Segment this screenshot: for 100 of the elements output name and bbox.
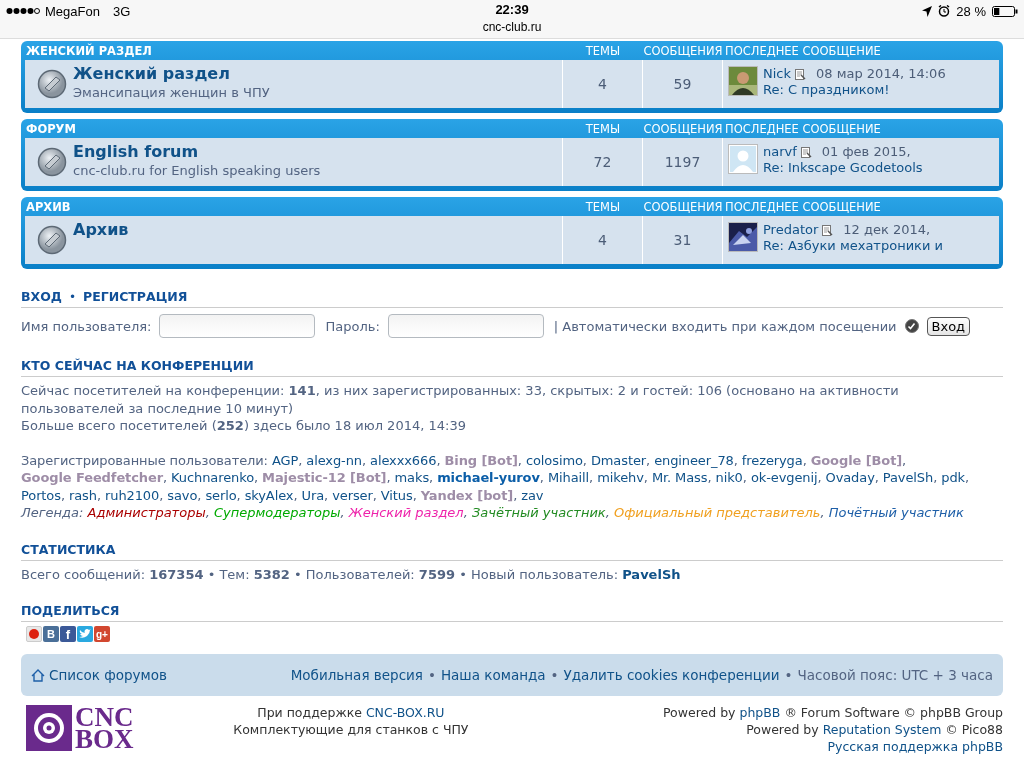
separator-comma: ,: [817, 470, 823, 485]
password-field[interactable]: [387, 314, 544, 338]
username-link[interactable]: ok-evgenij: [750, 470, 818, 485]
separator-comma: ,: [205, 505, 211, 520]
heading-link[interactable]: ВХОД: [21, 289, 62, 304]
forum-link[interactable]: Архив: [73, 220, 129, 239]
login-button[interactable]: Вход: [926, 316, 971, 336]
forum-status-icon: [37, 69, 67, 99]
battery-icon: [992, 5, 1018, 17]
forum-link[interactable]: English forum: [73, 142, 321, 161]
username-link[interactable]: zav: [521, 487, 544, 503]
username-link[interactable]: Portos: [21, 487, 61, 503]
credit-text: Powered by: [663, 705, 737, 720]
username-link[interactable]: rash: [69, 487, 97, 503]
separator-comma: ,: [589, 470, 595, 485]
topic-link[interactable]: Re: Inkscape Gcodetools: [763, 160, 923, 176]
separator-comma: ,: [429, 470, 435, 485]
separator-comma: ,: [412, 487, 418, 503]
username-link[interactable]: Ura: [301, 487, 325, 503]
legend-label: Легенда:: [21, 505, 85, 520]
topic-link[interactable]: Re: Азбуки мехатроники и: [763, 238, 943, 254]
column-header: СООБЩЕНИЯ: [643, 121, 723, 136]
autologin-checkbox[interactable]: [904, 319, 919, 333]
username-field[interactable]: [159, 314, 316, 338]
share-circle-icon[interactable]: [26, 626, 42, 642]
username-link[interactable]: frezeryga: [741, 452, 803, 468]
separator-comma: ,: [513, 487, 519, 503]
separator-comma: ,: [802, 452, 808, 468]
home-icon: [31, 668, 45, 682]
author-link[interactable]: Nick: [763, 66, 791, 82]
sponsor-link[interactable]: CNC-BOX.RU: [365, 705, 445, 720]
topic-count: 72: [563, 138, 643, 186]
group-link[interactable]: Администраторы: [87, 505, 206, 520]
username-link[interactable]: AGP: [271, 452, 299, 468]
forum-link[interactable]: Женский раздел: [73, 64, 270, 83]
username-link[interactable]: engineer_78: [654, 452, 734, 468]
topic-count: 4: [563, 216, 643, 264]
logo-text: CNC: [75, 705, 134, 728]
credit-link[interactable]: Русская поддержка phpBB: [827, 739, 1003, 754]
separator-comma: ,: [733, 452, 739, 468]
credit-link[interactable]: phpBB: [739, 705, 781, 720]
credit-link[interactable]: Reputation System: [822, 722, 942, 737]
username-link[interactable]: serlo: [205, 487, 237, 503]
username-link[interactable]: verser: [332, 487, 373, 503]
facebook-share-icon[interactable]: f: [60, 626, 76, 642]
separator-comma: ,: [340, 505, 346, 520]
separator-comma: ,: [463, 505, 469, 520]
carrier-name: MegaFon: [45, 3, 100, 19]
username-link[interactable]: Ovaday: [825, 470, 875, 485]
heading-link[interactable]: РЕГИСТРАЦИЯ: [83, 289, 188, 304]
username-link[interactable]: Vitus: [380, 487, 413, 503]
topic-link[interactable]: Re: С праздником!: [763, 82, 946, 98]
username-link[interactable]: PavelSh: [622, 566, 681, 582]
separator-comma: ,: [742, 470, 748, 485]
author-link[interactable]: narvf: [763, 144, 797, 160]
footer-link[interactable]: Мобильная версия: [290, 667, 423, 683]
separator-comma: ,: [874, 470, 880, 485]
view-post-icon: [800, 146, 812, 158]
username-link[interactable]: colosimo: [525, 452, 583, 468]
post-count: 31: [643, 216, 723, 264]
category-title: ФОРУМ: [25, 121, 77, 136]
location-arrow-icon: [922, 5, 933, 17]
username-link[interactable]: alexxx666: [370, 452, 437, 468]
group-link[interactable]: Женский раздел: [348, 505, 464, 520]
separator-comma: ,: [236, 487, 242, 503]
separator-dot: •: [550, 667, 559, 683]
username-link[interactable]: mikehv: [597, 470, 644, 485]
forum-index-link[interactable]: Список форумов: [31, 667, 167, 683]
username-link[interactable]: nik0: [715, 470, 743, 485]
separator-comma: ,: [902, 452, 907, 468]
forum-description: Эмансипация женщин в ЧПУ: [73, 85, 270, 100]
separator-comma: ,: [820, 505, 826, 520]
group-link[interactable]: Почётный участник: [828, 505, 964, 520]
separator-comma: ,: [324, 487, 330, 503]
separator-comma: ,: [159, 487, 165, 503]
footer-link[interactable]: Наша команда: [440, 667, 546, 683]
separator-dot: •: [427, 667, 436, 683]
sponsor-note: Комплектующие для станков с ЧПУ: [233, 721, 469, 738]
username-link[interactable]: pdk: [941, 470, 965, 485]
footer-link[interactable]: Удалить cookies конференции: [563, 667, 780, 683]
username-link[interactable]: PavelSh: [882, 470, 934, 485]
author-link[interactable]: Predator: [763, 222, 819, 238]
timezone-text: Часовой пояс: UTC + 3 часа: [797, 667, 993, 683]
username-link[interactable]: michael-yurov: [437, 470, 540, 485]
group-link[interactable]: Зачётный участник: [471, 505, 606, 520]
username-link[interactable]: Mr. Mass: [651, 470, 708, 485]
battery-percent: 28 %: [956, 3, 986, 19]
section-heading: КТО СЕЙЧАС НА КОНФЕРЕНЦИИ: [21, 358, 254, 373]
vk-share-icon[interactable]: В: [43, 626, 59, 642]
username-link[interactable]: skyAlex: [244, 487, 294, 503]
credit-text: Powered by: [746, 722, 820, 737]
bird-share-icon[interactable]: [77, 626, 93, 642]
page-address: cnc-club.ru: [482, 20, 542, 34]
separator-comma: ,: [605, 505, 611, 520]
username-link[interactable]: Dmaster: [590, 452, 647, 468]
sponsor-label: При поддержке: [257, 705, 363, 720]
separator-comma: ,: [293, 487, 299, 503]
username-link[interactable]: Mihaill: [547, 470, 590, 485]
username-link[interactable]: alexg-nn: [306, 452, 362, 468]
google-plus-share-icon[interactable]: g+: [94, 626, 110, 642]
